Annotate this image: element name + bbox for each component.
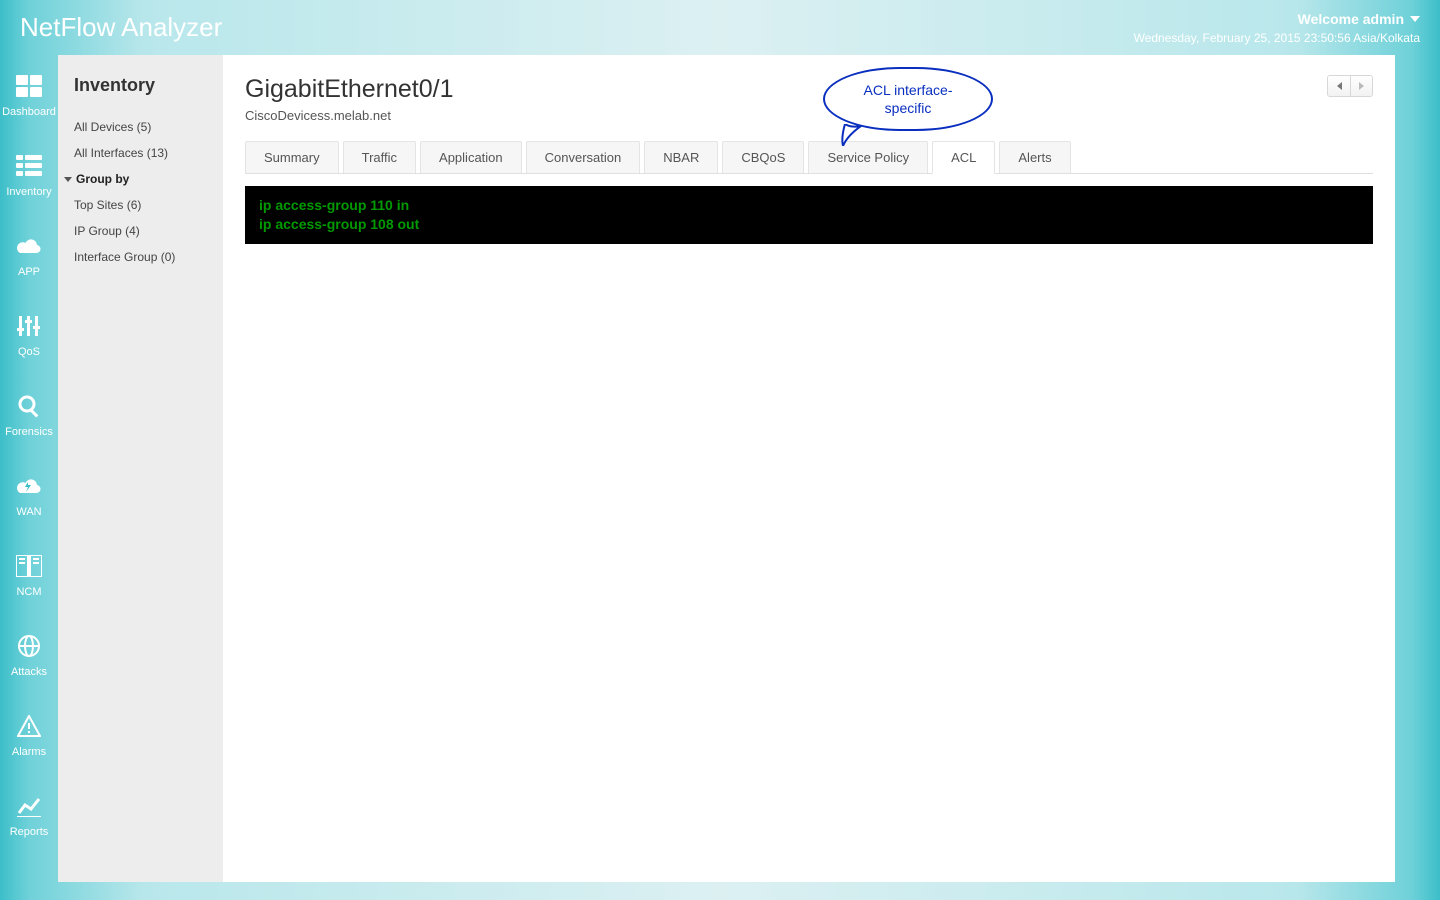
sidebar-item-label: APP	[18, 266, 40, 278]
sidebar-item-dashboard[interactable]: Dashboard	[0, 55, 58, 135]
cloud-icon	[15, 232, 43, 260]
sidebar-item-label: Inventory	[6, 186, 51, 198]
page-title: GigabitEthernet0/1	[245, 75, 453, 104]
acl-line: ip access-group 108 out	[259, 215, 1359, 234]
sidebar-item-qos[interactable]: QoS	[0, 295, 58, 375]
cloud-bolt-icon	[15, 472, 43, 500]
sidebar-item-label: QoS	[18, 346, 40, 358]
tab-alerts[interactable]: Alerts	[999, 141, 1070, 174]
page-subtitle: CiscoDevicess.melab.net	[245, 108, 453, 123]
tab-conversation[interactable]: Conversation	[526, 141, 641, 174]
header-right: Welcome admin Wednesday, February 25, 20…	[1134, 11, 1420, 45]
inventory-group-by[interactable]: Group by	[58, 166, 223, 192]
inventory-item-ip-group[interactable]: IP Group (4)	[58, 218, 223, 244]
callout-bubble: ACL interface- specific	[823, 67, 993, 131]
tabs: Summary Traffic Application Conversation…	[245, 141, 1373, 174]
callout-line: ACL interface-	[864, 82, 953, 98]
tab-application[interactable]: Application	[420, 141, 522, 174]
tab-acl[interactable]: ACL	[932, 141, 995, 174]
inventory-panel: Inventory All Devices (5) All Interfaces…	[58, 55, 223, 882]
inventory-item-all-interfaces[interactable]: All Interfaces (13)	[58, 140, 223, 166]
sidebar-item-app[interactable]: APP	[0, 215, 58, 295]
chevron-down-icon	[1410, 16, 1420, 22]
dashboard-icon	[15, 72, 43, 100]
sidebar-item-reports[interactable]: Reports	[0, 775, 58, 855]
chart-icon	[15, 792, 43, 820]
servers-icon	[15, 552, 43, 580]
sidebar-item-attacks[interactable]: Attacks	[0, 615, 58, 695]
chevron-right-icon	[1359, 82, 1364, 90]
tab-underline	[245, 173, 1373, 174]
acl-output: ip access-group 110 in ip access-group 1…	[245, 186, 1373, 244]
sidebar-item-label: NCM	[16, 586, 41, 598]
sidebar-item-label: Reports	[10, 826, 49, 838]
chevron-left-icon	[1337, 82, 1342, 90]
sidebar-item-label: WAN	[16, 506, 41, 518]
sidebar-item-ncm[interactable]: NCM	[0, 535, 58, 615]
tab-cbqos[interactable]: CBQoS	[722, 141, 804, 174]
callout-annotation: ACL interface- specific	[823, 67, 993, 131]
sidebar-item-wan[interactable]: WAN	[0, 455, 58, 535]
sidebar-item-alarms[interactable]: Alarms	[0, 695, 58, 775]
sidebar-item-label: Attacks	[11, 666, 47, 678]
primary-sidebar: Dashboard Inventory APP QoS Forensics WA…	[0, 55, 58, 900]
group-by-label: Group by	[76, 172, 129, 186]
sidebar-item-label: Alarms	[12, 746, 46, 758]
chevron-down-icon	[64, 177, 72, 182]
search-icon	[15, 392, 43, 420]
inventory-icon	[15, 152, 43, 180]
sidebar-item-forensics[interactable]: Forensics	[0, 375, 58, 455]
inventory-item-all-devices[interactable]: All Devices (5)	[58, 114, 223, 140]
inventory-item-top-sites[interactable]: Top Sites (6)	[58, 192, 223, 218]
app-title: NetFlow Analyzer	[20, 12, 222, 43]
welcome-label: Welcome admin	[1298, 11, 1404, 27]
callout-line: specific	[885, 100, 932, 116]
tab-summary[interactable]: Summary	[245, 141, 339, 174]
pager	[1327, 75, 1373, 97]
globe-icon	[15, 632, 43, 660]
sliders-icon	[15, 312, 43, 340]
header-timestamp: Wednesday, February 25, 2015 23:50:56 As…	[1134, 31, 1420, 45]
title-bar: GigabitEthernet0/1 CiscoDevicess.melab.n…	[245, 75, 1373, 123]
inventory-item-interface-group[interactable]: Interface Group (0)	[58, 244, 223, 270]
top-bar: NetFlow Analyzer Welcome admin Wednesday…	[0, 0, 1440, 55]
sidebar-item-label: Dashboard	[2, 106, 56, 118]
tab-traffic[interactable]: Traffic	[343, 141, 416, 174]
pager-prev-button[interactable]	[1328, 76, 1350, 96]
welcome-dropdown[interactable]: Welcome admin	[1298, 11, 1420, 27]
main-pane: GigabitEthernet0/1 CiscoDevicess.melab.n…	[223, 55, 1395, 882]
sidebar-item-label: Forensics	[5, 426, 53, 438]
content-area: Inventory All Devices (5) All Interfaces…	[58, 55, 1395, 882]
alert-icon	[15, 712, 43, 740]
acl-line: ip access-group 110 in	[259, 196, 1359, 215]
sidebar-item-inventory[interactable]: Inventory	[0, 135, 58, 215]
tab-nbar[interactable]: NBAR	[644, 141, 718, 174]
inventory-heading: Inventory	[58, 75, 223, 96]
pager-next-button[interactable]	[1350, 76, 1372, 96]
callout-tail-icon	[841, 124, 869, 146]
